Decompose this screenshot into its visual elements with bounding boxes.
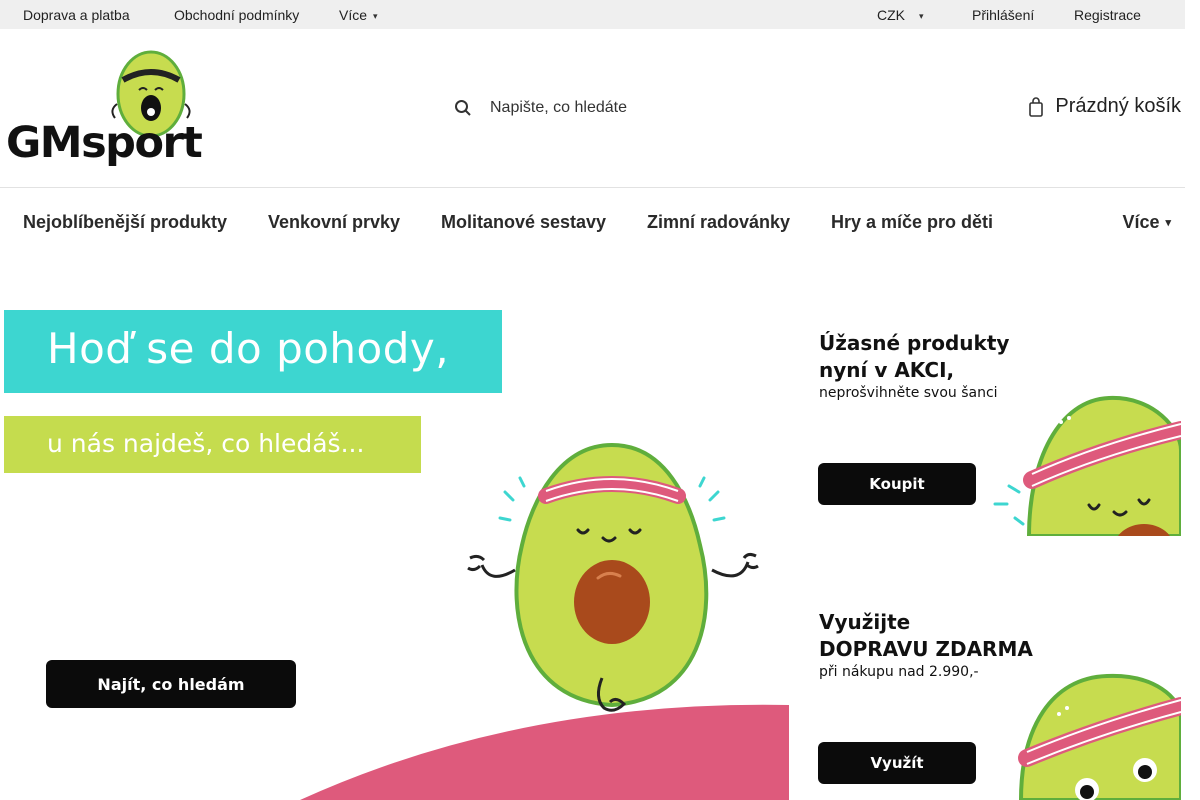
nav-more[interactable]: Více ▾: [1122, 212, 1171, 233]
nav-item-games-balls[interactable]: Hry a míče pro děti: [831, 212, 993, 233]
header-divider: [0, 187, 1185, 188]
shopping-bag-icon: [1029, 96, 1044, 117]
buy-button[interactable]: Koupit: [818, 463, 976, 505]
register-link[interactable]: Registrace: [1074, 7, 1141, 23]
cart-label: Prázdný košík: [1055, 95, 1181, 117]
topbar-link-shipping[interactable]: Doprava a platba: [23, 7, 130, 23]
main-nav: Nejoblíbenější produkty Venkovní prvky M…: [0, 212, 1185, 236]
topbar-more-label: Více: [339, 7, 368, 23]
promo-subtitle: při nákupu nad 2.990,-: [819, 664, 979, 680]
nav-item-foam-sets[interactable]: Molitanové sestavy: [441, 212, 606, 233]
promo-banner-free-shipping[interactable]: Využijte DOPRAVU ZDARMA při nákupu nad 2…: [789, 578, 1181, 800]
search-input[interactable]: Napište, co hledáte: [452, 94, 752, 122]
use-button[interactable]: Využít: [818, 742, 976, 784]
promo-banner-sale[interactable]: Úžasné produkty nyní v AKCI, neprošvihně…: [789, 300, 1181, 536]
search-icon: [455, 100, 471, 116]
chevron-down-icon: ▾: [919, 11, 924, 21]
nav-item-popular[interactable]: Nejoblíbenější produkty: [23, 212, 227, 233]
currency-label: CZK: [877, 7, 905, 23]
login-link[interactable]: Přihlášení: [972, 7, 1034, 23]
nav-more-label: Více: [1122, 212, 1160, 232]
promo-title-1: Úžasné produkty: [819, 331, 1010, 355]
promo-title-2: DOPRAVU ZDARMA: [819, 637, 1033, 661]
hero-headline: Hoď se do pohody,: [47, 324, 450, 373]
chevron-down-icon: ▾: [1165, 217, 1171, 229]
search-placeholder: Napište, co hledáte: [490, 99, 627, 116]
promo-title-1: Využijte: [819, 610, 911, 634]
chevron-down-icon: ▾: [373, 11, 378, 21]
hero-subheadline: u nás najdeš, co hledáš...: [47, 429, 365, 458]
logo-text: GMsport: [6, 118, 203, 168]
cart-button[interactable]: Prázdný košík: [1029, 95, 1181, 118]
top-bar: Doprava a platba Obchodní podmínky Více ▾…: [0, 0, 1185, 29]
currency-select[interactable]: CZK ▾: [877, 7, 924, 23]
hero-headline-box: Hoď se do pohody,: [4, 310, 502, 393]
hero-banner[interactable]: Hoď se do pohody, u nás najdeš, co hledá…: [0, 300, 789, 800]
topbar-more[interactable]: Více ▾: [339, 7, 378, 23]
nav-item-outdoor[interactable]: Venkovní prvky: [268, 212, 400, 233]
nav-item-winter[interactable]: Zimní radovánky: [647, 212, 790, 233]
hero-cta-button[interactable]: Najít, co hledám: [46, 660, 296, 708]
site-logo[interactable]: GMsport: [6, 44, 203, 168]
promo-title-2: nyní v AKCI,: [819, 358, 955, 382]
hero-subheadline-box: u nás najdeš, co hledáš...: [4, 416, 421, 473]
promo-subtitle: neprošvihněte svou šanci: [819, 385, 998, 401]
topbar-link-terms[interactable]: Obchodní podmínky: [174, 7, 299, 23]
